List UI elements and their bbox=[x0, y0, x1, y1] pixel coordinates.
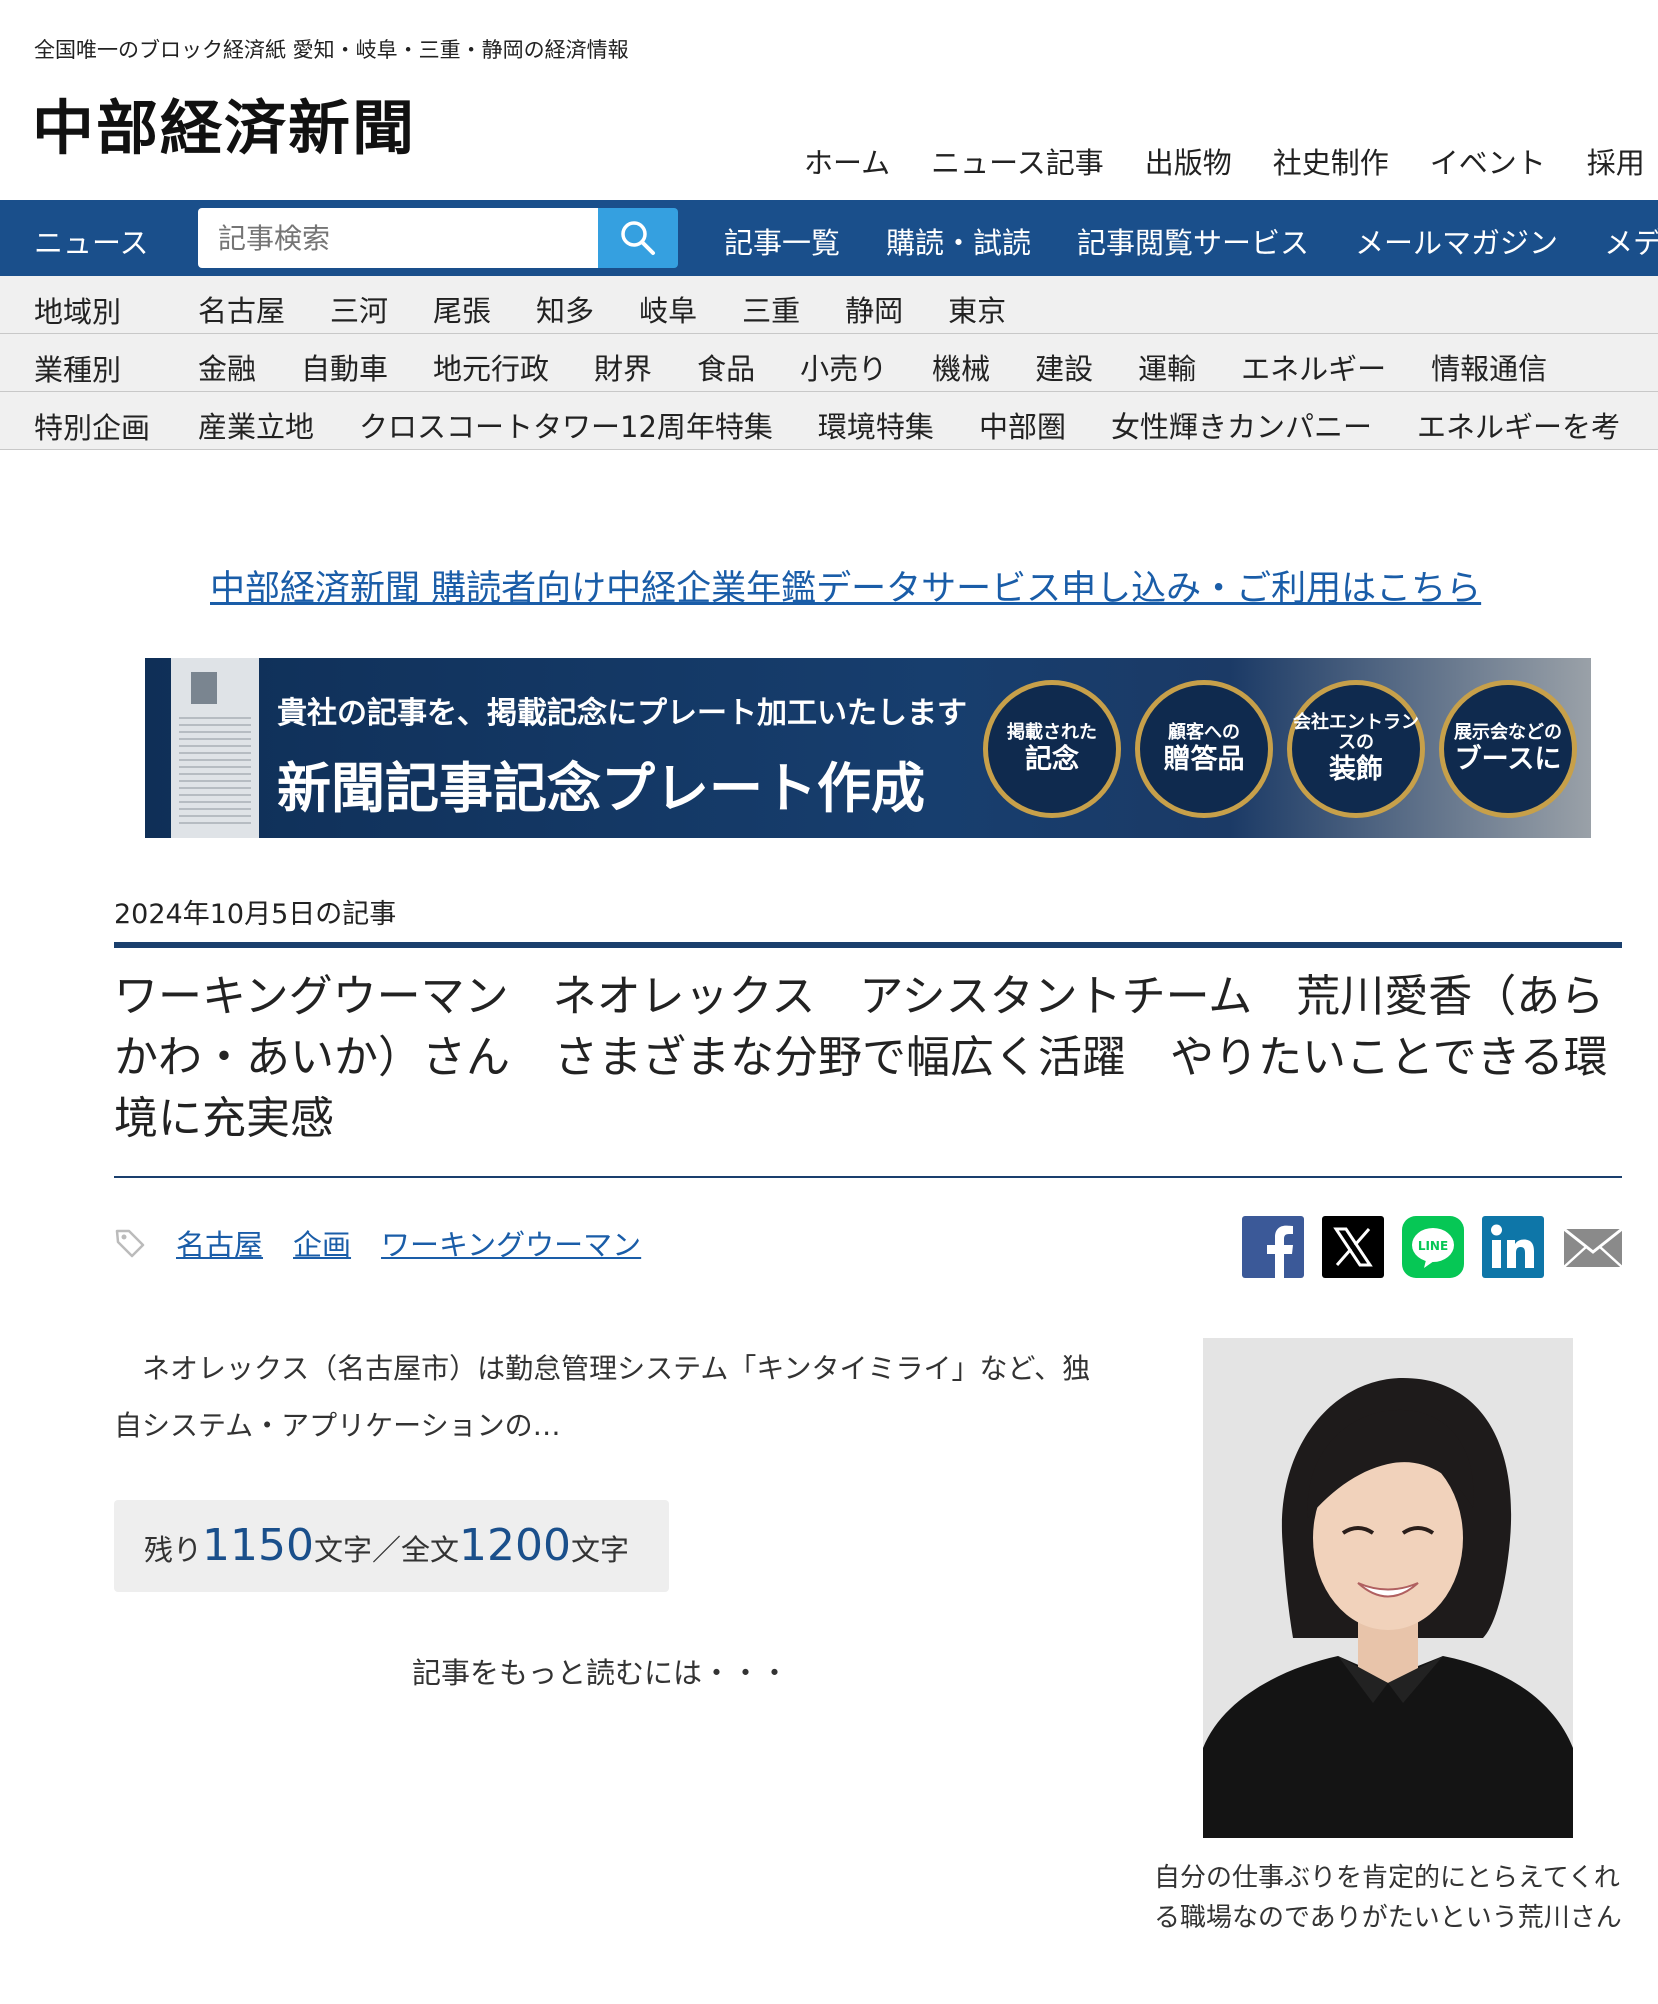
topnav-publications[interactable]: 出版物 bbox=[1145, 140, 1232, 182]
tag-icon bbox=[115, 1229, 145, 1258]
special-industrial-location[interactable]: 産業立地 bbox=[198, 404, 314, 446]
article-tags: 名古屋 企画 ワーキングウーマン bbox=[114, 1222, 641, 1264]
banner-subtitle: 貴社の記事を、掲載記念にプレート加工いたします bbox=[277, 696, 967, 731]
news-bar-nav: 記事一覧 購読・試読 記事閲覧サービス メールマガジン メデ bbox=[724, 220, 1658, 262]
industry-machinery[interactable]: 機械 bbox=[932, 346, 990, 388]
industry-telecom[interactable]: 情報通信 bbox=[1431, 346, 1547, 388]
search-icon bbox=[621, 221, 655, 255]
banner-circle-decoration: 会社エントランスの 装飾 bbox=[1287, 680, 1425, 818]
special-label: 特別企画 bbox=[34, 411, 151, 445]
category-row-special: 特別企画 産業立地 クロスコートタワー12周年特集 環境特集 中部圏 女性輝きカ… bbox=[0, 392, 1658, 450]
industry-transport[interactable]: 運輸 bbox=[1138, 346, 1196, 388]
share-buttons: LINE bbox=[1242, 1216, 1624, 1278]
tag-working-woman[interactable]: ワーキングウーマン bbox=[381, 1222, 641, 1264]
region-mikawa[interactable]: 三河 bbox=[330, 288, 388, 330]
special-cross-court-tower[interactable]: クロスコートタワー12周年特集 bbox=[359, 404, 773, 446]
line-share-button[interactable]: LINE bbox=[1402, 1216, 1464, 1278]
mail-icon bbox=[1563, 1227, 1623, 1268]
category-row-industry: 業種別 金融 自動車 地元行政 財界 食品 小売り 機械 建設 運輸 エネルギー… bbox=[0, 334, 1658, 392]
nav-media[interactable]: メデ bbox=[1604, 220, 1658, 262]
site-logo[interactable]: 中部経済新聞 bbox=[32, 80, 416, 166]
read-more-prompt: 記事をもっと読むには・・・ bbox=[412, 1656, 790, 1690]
linkedin-icon bbox=[1482, 1216, 1544, 1278]
linkedin-share-button[interactable] bbox=[1482, 1216, 1544, 1278]
tag-kikaku[interactable]: 企画 bbox=[293, 1222, 351, 1264]
special-chubu-region[interactable]: 中部圏 bbox=[979, 404, 1066, 446]
industry-business-circles[interactable]: 財界 bbox=[594, 346, 652, 388]
category-row-region: 地域別 名古屋 三河 尾張 知多 岐阜 三重 静岡 東京 bbox=[0, 276, 1658, 334]
topnav-home[interactable]: ホーム bbox=[804, 140, 890, 182]
remaining-count: 1150 bbox=[202, 1520, 314, 1571]
region-mie[interactable]: 三重 bbox=[742, 288, 800, 330]
yearbook-service-link[interactable]: 中部経済新聞 購読者向け中経企業年鑑データサービス申し込み・ご利用はこちら bbox=[210, 560, 1481, 611]
search-input[interactable] bbox=[198, 208, 598, 268]
industry-finance[interactable]: 金融 bbox=[198, 346, 256, 388]
line-icon: LINE bbox=[1402, 1216, 1464, 1278]
industry-retail[interactable]: 小売り bbox=[800, 346, 887, 388]
plate-banner[interactable]: 貴社の記事を、掲載記念にプレート加工いたします 新聞記事記念プレート作成 掲載さ… bbox=[145, 658, 1591, 838]
special-women-company[interactable]: 女性輝きカンパニー bbox=[1111, 404, 1372, 446]
region-owari[interactable]: 尾張 bbox=[433, 288, 491, 330]
region-tokyo[interactable]: 東京 bbox=[948, 288, 1006, 330]
top-nav: ホーム ニュース記事 出版物 社史制作 イベント 採用 bbox=[804, 140, 1645, 182]
mail-share-button[interactable] bbox=[1562, 1216, 1624, 1278]
nav-mail-magazine[interactable]: メールマガジン bbox=[1355, 220, 1558, 262]
special-environment[interactable]: 環境特集 bbox=[818, 404, 934, 446]
industry-label: 業種別 bbox=[34, 353, 122, 387]
site-tagline: 全国唯一のブロック経済紙 愛知・岐阜・三重・静岡の経済情報 bbox=[34, 38, 629, 62]
article-photo bbox=[1203, 1338, 1573, 1838]
photo-caption: 自分の仕事ぶりを肯定的にとらえてくれる職場なのでありがたいという荒川さん bbox=[1154, 1863, 1622, 1933]
news-label: ニュース bbox=[34, 226, 149, 260]
industry-food[interactable]: 食品 bbox=[697, 346, 755, 388]
title-divider-bottom bbox=[114, 1176, 1622, 1178]
industry-construction[interactable]: 建設 bbox=[1035, 346, 1093, 388]
banner-circle-gift: 顧客への 贈答品 bbox=[1135, 680, 1273, 818]
special-energy[interactable]: エネルギーを考 bbox=[1417, 404, 1620, 446]
nav-article-list[interactable]: 記事一覧 bbox=[724, 220, 840, 262]
remaining-label: 残り bbox=[144, 1533, 203, 1567]
region-gifu[interactable]: 岐阜 bbox=[639, 288, 697, 330]
banner-circle-booth: 展示会などの ブースに bbox=[1439, 680, 1577, 818]
news-bar: ニュース 記事一覧 購読・試読 記事閲覧サービス メールマガジン メデ bbox=[0, 200, 1658, 276]
newspaper-image bbox=[171, 658, 259, 838]
x-icon bbox=[1322, 1216, 1384, 1278]
character-count-box: 残り1150文字／全文1200文字 bbox=[114, 1500, 669, 1592]
topnav-recruit[interactable]: 採用 bbox=[1587, 140, 1645, 182]
characters-label: 文字 bbox=[571, 1533, 630, 1567]
facebook-icon bbox=[1242, 1216, 1304, 1278]
x-share-button[interactable] bbox=[1322, 1216, 1384, 1278]
region-chita[interactable]: 知多 bbox=[536, 288, 594, 330]
title-divider-top bbox=[114, 942, 1622, 948]
industry-local-government[interactable]: 地元行政 bbox=[433, 346, 549, 388]
region-label: 地域別 bbox=[34, 295, 122, 329]
nav-article-service[interactable]: 記事閲覧サービス bbox=[1077, 220, 1309, 262]
search-button[interactable] bbox=[598, 208, 678, 268]
tag-nagoya[interactable]: 名古屋 bbox=[176, 1222, 263, 1264]
topnav-events[interactable]: イベント bbox=[1430, 140, 1546, 182]
region-shizuoka[interactable]: 静岡 bbox=[845, 288, 903, 330]
svg-text:LINE: LINE bbox=[1418, 1239, 1448, 1253]
topnav-company-history[interactable]: 社史制作 bbox=[1273, 140, 1389, 182]
facebook-share-button[interactable] bbox=[1242, 1216, 1304, 1278]
portrait-image bbox=[1203, 1338, 1573, 1838]
article-lead: ネオレックス（名古屋市）は勤怠管理システム「キンタイミライ」など、独自システム・… bbox=[114, 1352, 1091, 1442]
banner-circle-commemoration: 掲載された 記念 bbox=[983, 680, 1121, 818]
region-nagoya[interactable]: 名古屋 bbox=[198, 288, 285, 330]
industry-automotive[interactable]: 自動車 bbox=[301, 346, 388, 388]
total-label: 文字／全文 bbox=[314, 1533, 460, 1567]
article-date: 2024年10月5日の記事 bbox=[114, 899, 397, 930]
banner-title: 新聞記事記念プレート作成 bbox=[277, 756, 925, 820]
nav-subscribe[interactable]: 購読・試読 bbox=[886, 220, 1031, 262]
total-count: 1200 bbox=[459, 1520, 571, 1571]
industry-energy[interactable]: エネルギー bbox=[1241, 346, 1386, 388]
article-title: ワーキングウーマン ネオレックス アシスタントチーム 荒川愛香（あらかわ・あいか… bbox=[114, 971, 1608, 1144]
topnav-news[interactable]: ニュース記事 bbox=[931, 140, 1104, 182]
